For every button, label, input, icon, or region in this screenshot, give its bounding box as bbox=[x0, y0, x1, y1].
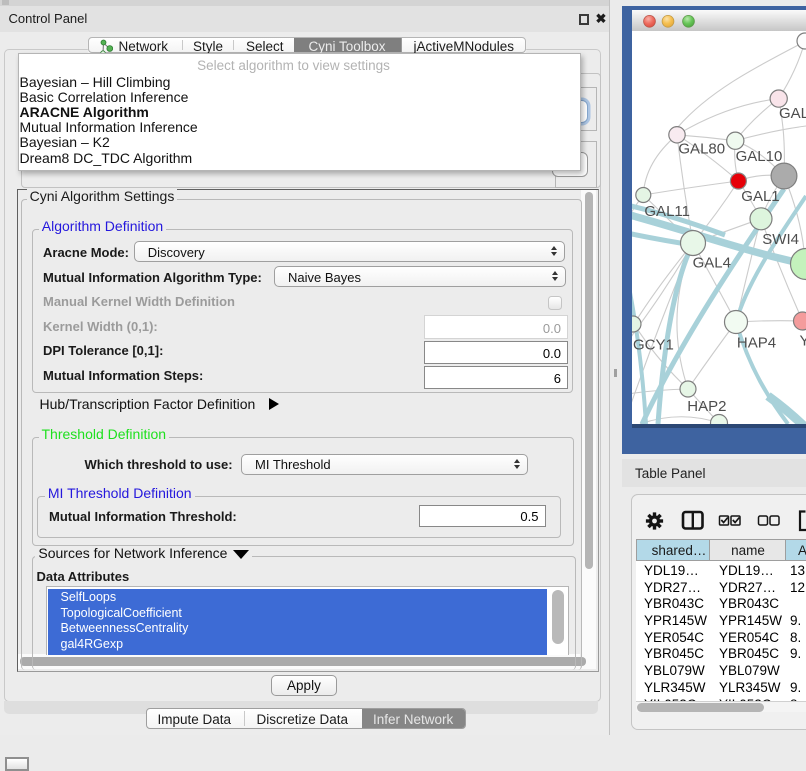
svg-text:GAL4: GAL4 bbox=[693, 255, 731, 272]
svg-text:GAL80: GAL80 bbox=[678, 141, 725, 158]
svg-text:GAL11: GAL11 bbox=[644, 203, 690, 220]
svg-text:GAL7: GAL7 bbox=[779, 105, 806, 122]
svg-text:GAL10: GAL10 bbox=[736, 148, 783, 165]
svg-text:GAL1: GAL1 bbox=[741, 188, 779, 205]
svg-text:SWI4: SWI4 bbox=[762, 231, 799, 248]
svg-text:HAP4: HAP4 bbox=[737, 335, 776, 352]
svg-text:Y: Y bbox=[800, 333, 806, 350]
svg-text:GCY1: GCY1 bbox=[633, 337, 674, 354]
svg-text:HAP2: HAP2 bbox=[687, 398, 726, 415]
